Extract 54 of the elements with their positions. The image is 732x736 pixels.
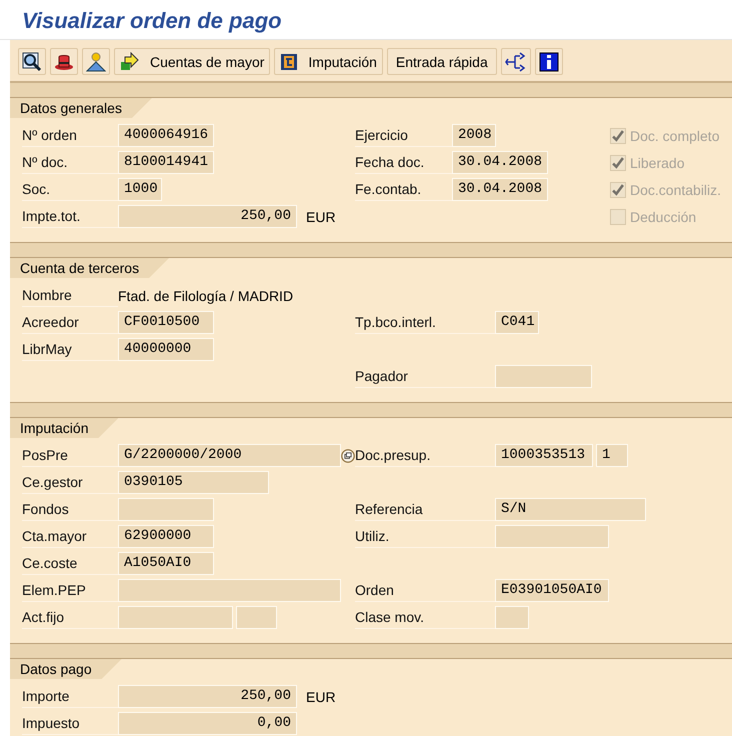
display-field[interactable]: 4000064916	[118, 124, 214, 147]
display-field[interactable]: 30.04.2008	[452, 151, 548, 174]
empty-field[interactable]	[495, 365, 592, 388]
empty-field[interactable]	[118, 579, 341, 602]
display-field[interactable]: 1000	[118, 178, 162, 201]
display-field[interactable]: 250,00	[118, 205, 297, 228]
display-field[interactable]: CF0010500	[118, 311, 214, 334]
arrow-icon	[120, 52, 140, 72]
currency-unit: EUR	[306, 688, 336, 704]
currency-unit: EUR	[306, 208, 336, 224]
display-field[interactable]: 250,00	[118, 685, 297, 708]
empty-field[interactable]	[236, 606, 277, 629]
checkbox-label: Deducción	[630, 208, 696, 224]
toolbar-icon-button[interactable]	[82, 48, 110, 75]
toolbar-icon-button[interactable]	[18, 48, 46, 75]
magnifier-icon	[22, 52, 42, 72]
section-title: Cuenta de terceros	[10, 258, 170, 278]
display-field[interactable]: C041	[495, 311, 539, 334]
empty-field[interactable]	[118, 606, 233, 629]
display-field[interactable]: 0390105	[118, 471, 269, 494]
toolbar-button[interactable]: Cuentas de mayor	[114, 48, 270, 75]
branch-arrow-icon	[504, 52, 527, 72]
checkbox-label: Liberado	[630, 154, 684, 170]
toolbar-button[interactable]: Imputación	[274, 48, 383, 75]
display-field[interactable]: E03901050AI0	[495, 579, 609, 602]
display-field[interactable]: 40000000	[118, 338, 214, 361]
section-title: Imputación	[10, 418, 118, 438]
section-title: Datos generales	[10, 98, 152, 118]
display-field[interactable]: S/N	[495, 498, 646, 521]
toolbar-icon-button[interactable]	[534, 48, 563, 75]
display-field[interactable]: 2008	[452, 124, 496, 147]
link-icon[interactable]	[341, 446, 355, 464]
toolbar-button[interactable]: Entrada rápida	[386, 48, 497, 75]
empty-field[interactable]	[495, 525, 609, 548]
tree-icon	[280, 52, 298, 70]
checkbox-label: Doc.contabiliz.	[630, 182, 722, 198]
display-field[interactable]: A1050AI0	[118, 552, 214, 575]
empty-field[interactable]	[118, 498, 214, 521]
person-icon	[86, 52, 106, 72]
display-field[interactable]: 0,00	[118, 712, 297, 735]
display-field[interactable]: 30.04.2008	[452, 178, 548, 201]
field-value: Ftad. de Filología / MADRID	[118, 288, 294, 304]
field-label: Nombre	[22, 284, 118, 307]
toolbar-icon-button[interactable]	[50, 48, 78, 75]
display-field[interactable]: G/2200000/2000	[118, 444, 341, 467]
info-icon	[538, 52, 559, 72]
toolbar-icon-button[interactable]	[500, 48, 531, 75]
display-field[interactable]: 8100014941	[118, 151, 214, 174]
display-field[interactable]: 62900000	[118, 525, 214, 548]
checkbox-label: Doc. completo	[630, 128, 720, 144]
display-field[interactable]: 1000353513	[495, 444, 593, 467]
section-title: Datos pago	[10, 659, 122, 679]
display-field[interactable]: 1	[596, 444, 628, 467]
empty-field[interactable]	[495, 606, 529, 629]
